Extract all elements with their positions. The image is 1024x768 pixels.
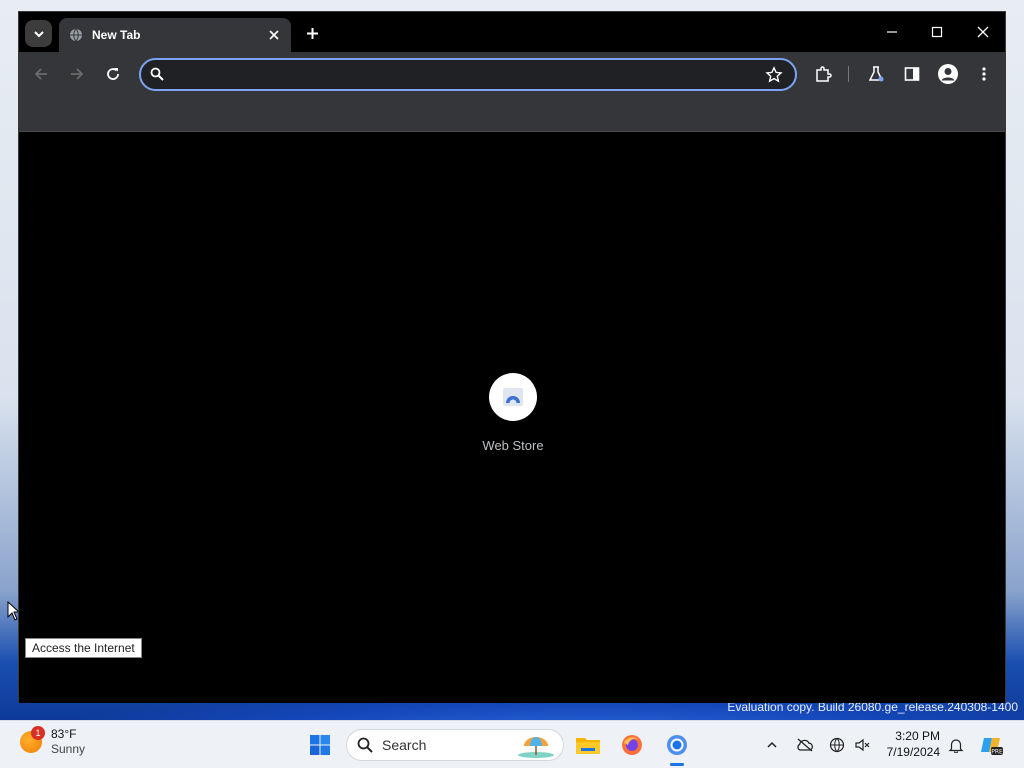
start-button[interactable]	[304, 729, 336, 761]
copilot-icon: PRE	[981, 738, 1003, 756]
globe-icon	[69, 28, 83, 42]
search-icon	[150, 67, 166, 83]
active-app-indicator	[670, 763, 684, 766]
star-icon[interactable]	[765, 66, 783, 84]
close-icon	[977, 26, 989, 38]
close-window-button[interactable]	[968, 20, 998, 44]
speaker-muted-icon	[855, 738, 870, 752]
chrome-button[interactable]	[661, 729, 693, 761]
clock-date: 7/19/2024	[886, 745, 940, 759]
puzzle-icon	[816, 66, 832, 82]
weather-condition: Sunny	[51, 742, 86, 756]
chevron-down-icon	[33, 30, 44, 37]
new-tab-button[interactable]	[301, 22, 323, 44]
weather-temperature: 83°F	[51, 727, 77, 741]
web-store-icon	[489, 373, 537, 421]
onedrive-button[interactable]	[789, 729, 821, 761]
minimize-icon	[887, 31, 897, 33]
avatar-icon	[938, 64, 958, 84]
plus-icon	[306, 27, 318, 39]
forward-button[interactable]	[65, 62, 89, 86]
search-label: Search	[382, 737, 427, 753]
browser-window: New Tab Web Store	[18, 11, 1006, 703]
toolbar-divider	[848, 66, 849, 82]
taskbar-search[interactable]: Search	[346, 729, 564, 761]
tab-search-button[interactable]	[25, 20, 52, 47]
minimize-button[interactable]	[877, 20, 907, 44]
new-tab-page: Web Store	[19, 133, 1005, 703]
menu-button[interactable]	[972, 62, 996, 86]
side-panel-icon	[904, 67, 920, 81]
labs-button[interactable]	[864, 62, 888, 86]
show-hidden-icons-button[interactable]	[756, 729, 788, 761]
copilot-button[interactable]: PRE	[976, 729, 1008, 761]
chevron-up-icon	[767, 741, 777, 748]
beach-umbrella-icon	[518, 737, 554, 758]
clock-time: 3:20 PM	[895, 729, 940, 743]
maximize-icon	[931, 26, 943, 38]
reload-button[interactable]	[101, 62, 125, 86]
shortcut-web-store[interactable]: Web Store	[473, 373, 553, 453]
extensions-button[interactable]	[811, 62, 835, 86]
globe-icon	[829, 737, 845, 753]
reload-icon	[107, 68, 119, 80]
notification-badge: 1	[31, 726, 45, 740]
tab-new-tab[interactable]: New Tab	[59, 18, 291, 52]
firefox-icon	[622, 735, 642, 755]
sun-icon: 1	[20, 726, 45, 753]
chrome-icon	[667, 735, 687, 755]
flask-icon	[868, 66, 884, 82]
folder-icon	[576, 738, 600, 754]
browser-toolbar	[19, 52, 1005, 96]
system-clock[interactable]: 3:20 PM 7/19/2024	[880, 728, 940, 760]
volume-button[interactable]	[846, 729, 878, 761]
side-panel-button[interactable]	[900, 62, 924, 86]
search-icon	[357, 737, 373, 753]
bookmarks-bar	[19, 96, 1005, 132]
back-button[interactable]	[29, 62, 53, 86]
windows-icon	[310, 735, 330, 755]
address-input[interactable]	[171, 64, 751, 86]
tab-title: New Tab	[92, 28, 141, 42]
cloud-offline-icon	[797, 738, 813, 752]
shortcut-label: Web Store	[482, 438, 544, 453]
taskbar: 1 83°F Sunny Search 3:20 PM 7/19/2024 PR…	[0, 720, 1024, 768]
weather-widget[interactable]: 1 83°F Sunny	[20, 726, 86, 757]
arrow-left-icon	[34, 68, 47, 80]
close-tab-icon[interactable]	[265, 26, 283, 44]
notifications-button[interactable]	[940, 729, 972, 761]
file-explorer-button[interactable]	[572, 729, 604, 761]
more-vertical-icon	[982, 67, 986, 81]
address-bar[interactable]	[139, 58, 797, 91]
bell-icon	[948, 739, 964, 753]
title-bar[interactable]: New Tab	[19, 12, 1005, 52]
arrow-right-icon	[71, 68, 84, 80]
svg-text:PRE: PRE	[991, 749, 1003, 756]
tooltip: Access the Internet	[25, 638, 142, 658]
firefox-button[interactable]	[616, 729, 648, 761]
profile-button[interactable]	[936, 62, 960, 86]
maximize-button[interactable]	[922, 20, 952, 44]
